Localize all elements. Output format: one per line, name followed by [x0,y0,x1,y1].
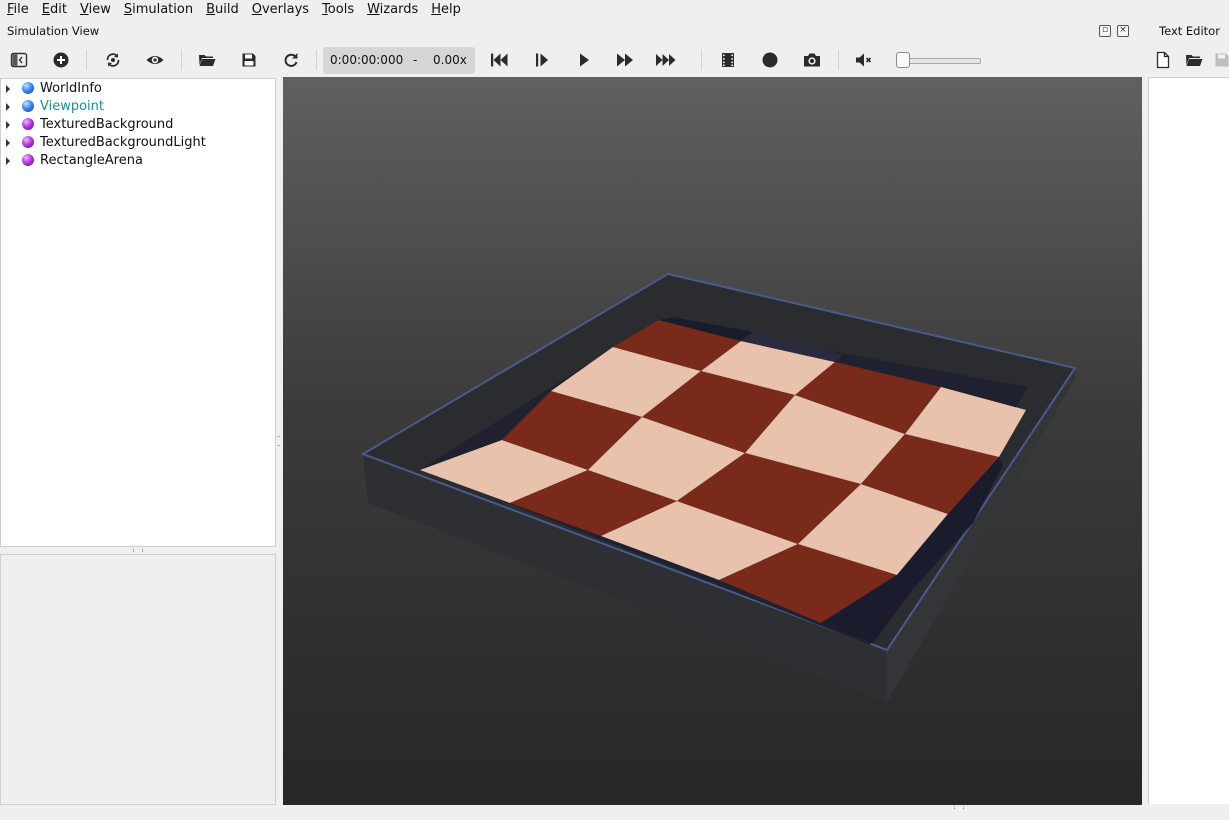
node-ball-icon [22,100,34,112]
node-ball-icon [22,82,34,94]
expand-arrow-icon[interactable] [6,157,10,165]
expand-arrow-icon[interactable] [6,121,10,129]
toolbar-separator [838,50,839,70]
horizontal-splitter-handle[interactable] [133,549,143,552]
simulation-view-title: Simulation View [7,24,100,38]
expand-arrow-icon[interactable] [6,139,10,147]
open-file-icon [1186,55,1203,66]
menu-tools[interactable]: Tools [315,1,360,19]
tree-item-label: Viewpoint [40,99,105,114]
fast-forward-icon [617,53,633,67]
save-file-icon [1215,53,1229,67]
proto-ball-icon [22,118,34,130]
play-button[interactable] [571,48,597,72]
text-editor-area[interactable] [1148,77,1229,804]
step-button[interactable] [529,48,555,72]
menu-bar: File Edit View Simulation Build Overlays… [0,0,1229,19]
play-icon [580,53,589,67]
fast-forward-button[interactable] [612,48,638,72]
first-step-button[interactable] [486,48,512,72]
tree-item-label: TexturedBackground [40,117,174,132]
record-movie-icon [722,53,734,67]
menu-wizards[interactable]: Wizards [360,1,424,19]
close-panel-button[interactable]: × [1117,25,1129,37]
toolbar-separator [701,50,702,70]
proto-ball-icon [22,154,34,166]
screenshot-button[interactable] [799,48,825,72]
mute-icon [856,53,872,67]
expand-arrow-icon[interactable] [6,85,10,93]
text-editor-title: Text Editor [1159,24,1220,38]
screenshot-icon [804,53,820,67]
record-animation-icon [762,52,778,68]
tree-item-label: RectangleArena [40,153,143,168]
first-step-icon [491,53,508,67]
open-file-button[interactable] [1181,48,1207,72]
volume-slider-handle[interactable] [896,52,910,68]
tree-item-label: TexturedBackgroundLight [40,135,206,150]
scene-tree: WorldInfo Viewpoint TexturedBackground T… [0,78,276,547]
fastest-icon [656,54,676,66]
save-file-button[interactable] [1209,48,1229,72]
arena-render [360,272,1077,702]
float-icon: ▫ [1101,25,1109,35]
expand-arrow-icon[interactable] [6,103,10,111]
float-panel-button[interactable]: ▫ [1099,25,1111,37]
mute-button[interactable] [851,48,877,72]
menu-edit[interactable]: Edit [35,1,73,19]
tree-item-label: WorldInfo [40,81,102,96]
vertical-splitter-handle[interactable] [277,436,280,446]
menu-overlays[interactable]: Overlays [245,1,315,19]
proto-ball-icon [22,136,34,148]
new-file-icon [1156,51,1170,69]
volume-slider-track[interactable] [900,58,981,64]
record-movie-button[interactable] [715,48,741,72]
menu-build[interactable]: Build [199,1,245,19]
step-icon [536,53,548,67]
3d-view[interactable] [283,77,1142,805]
menu-file[interactable]: File [0,1,35,19]
fastest-button[interactable] [653,48,679,72]
close-icon: × [1119,25,1127,35]
new-file-button[interactable] [1150,48,1176,72]
menu-help[interactable]: Help [424,1,467,19]
menu-view[interactable]: View [73,1,117,19]
record-animation-button[interactable] [757,48,783,72]
menu-simulation[interactable]: Simulation [117,1,199,19]
bottom-splitter-handle[interactable] [954,806,964,809]
field-editor-panel [0,554,276,805]
